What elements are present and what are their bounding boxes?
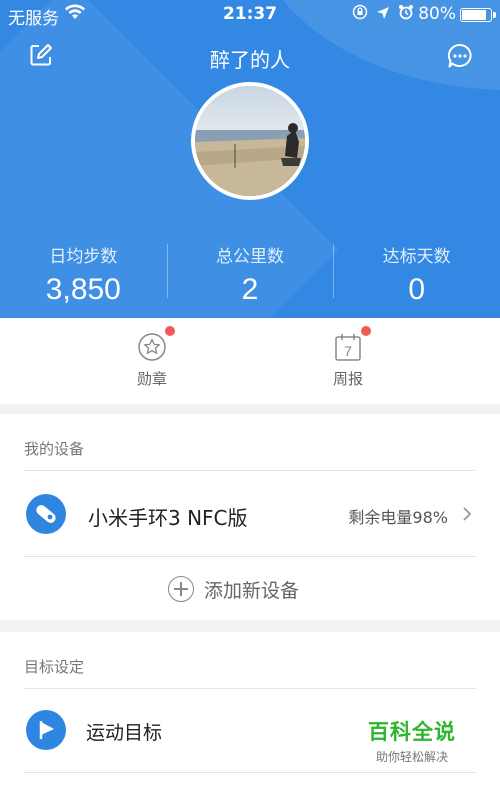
watermark-main: 百科全说 bbox=[368, 720, 456, 744]
notification-dot bbox=[361, 326, 371, 336]
stat-value: 2 bbox=[241, 273, 259, 306]
divider bbox=[24, 556, 476, 557]
goals-section-title: 目标设定 bbox=[24, 658, 85, 676]
add-circle-icon bbox=[168, 576, 194, 602]
watermark: 百科全说 助你轻松解决 bbox=[360, 716, 464, 765]
battery-percent: 80% bbox=[418, 4, 456, 24]
exercise-goal-label: 运动目标 bbox=[86, 722, 163, 744]
stat-goal-days: 达标天数 0 bbox=[333, 238, 500, 308]
stat-value: 3,850 bbox=[45, 273, 121, 306]
stat-daily-steps: 日均步数 3,850 bbox=[0, 238, 167, 308]
orientation-lock-icon bbox=[352, 4, 368, 25]
profile-header: 无服务 21:37 80% 醉了的人 日均步数 3,850 总公里数 2 达标天… bbox=[0, 0, 500, 318]
weekly-report-label: 周报 bbox=[332, 370, 363, 388]
add-device-label: 添加新设备 bbox=[204, 580, 300, 602]
divider bbox=[24, 470, 476, 471]
shortcut-row: 勋章 7 周报 bbox=[0, 318, 500, 404]
location-icon bbox=[376, 5, 390, 25]
device-battery-text: 剩余电量98% bbox=[348, 508, 448, 527]
stats-row: 日均步数 3,850 总公里数 2 达标天数 0 bbox=[0, 238, 500, 308]
stat-total-km: 总公里数 2 bbox=[166, 238, 334, 308]
band-device-icon bbox=[26, 494, 66, 534]
stat-label: 日均步数 bbox=[49, 247, 118, 267]
status-bar: 无服务 21:37 80% bbox=[0, 0, 500, 29]
stat-label: 达标天数 bbox=[382, 247, 451, 267]
page-title: 醉了的人 bbox=[210, 48, 290, 72]
chevron-right-icon bbox=[462, 506, 472, 526]
avatar[interactable] bbox=[191, 82, 309, 200]
divider bbox=[24, 688, 476, 689]
device-row[interactable]: 小米手环3 NFC版 剩余电量98% bbox=[0, 472, 500, 556]
top-bar: 醉了的人 bbox=[0, 36, 500, 76]
alarm-icon bbox=[398, 4, 414, 25]
medals-button[interactable]: 勋章 bbox=[112, 326, 192, 389]
devices-section-title: 我的设备 bbox=[24, 440, 85, 458]
calendar-day: 7 bbox=[344, 343, 352, 359]
medal-icon bbox=[137, 333, 167, 366]
add-device-button[interactable]: 添加新设备 bbox=[0, 560, 500, 618]
stat-label: 总公里数 bbox=[216, 247, 284, 267]
stat-value: 0 bbox=[408, 273, 426, 306]
flag-icon bbox=[26, 710, 66, 750]
weekly-report-button[interactable]: 7 周报 bbox=[308, 326, 388, 389]
device-name: 小米手环3 NFC版 bbox=[88, 506, 248, 530]
battery-icon bbox=[460, 8, 496, 22]
medals-label: 勋章 bbox=[136, 370, 167, 388]
notification-dot bbox=[165, 326, 175, 336]
message-icon[interactable] bbox=[446, 42, 474, 70]
divider bbox=[24, 772, 476, 773]
calendar-icon: 7 bbox=[333, 334, 363, 366]
watermark-sub: 助你轻松解决 bbox=[375, 750, 448, 764]
